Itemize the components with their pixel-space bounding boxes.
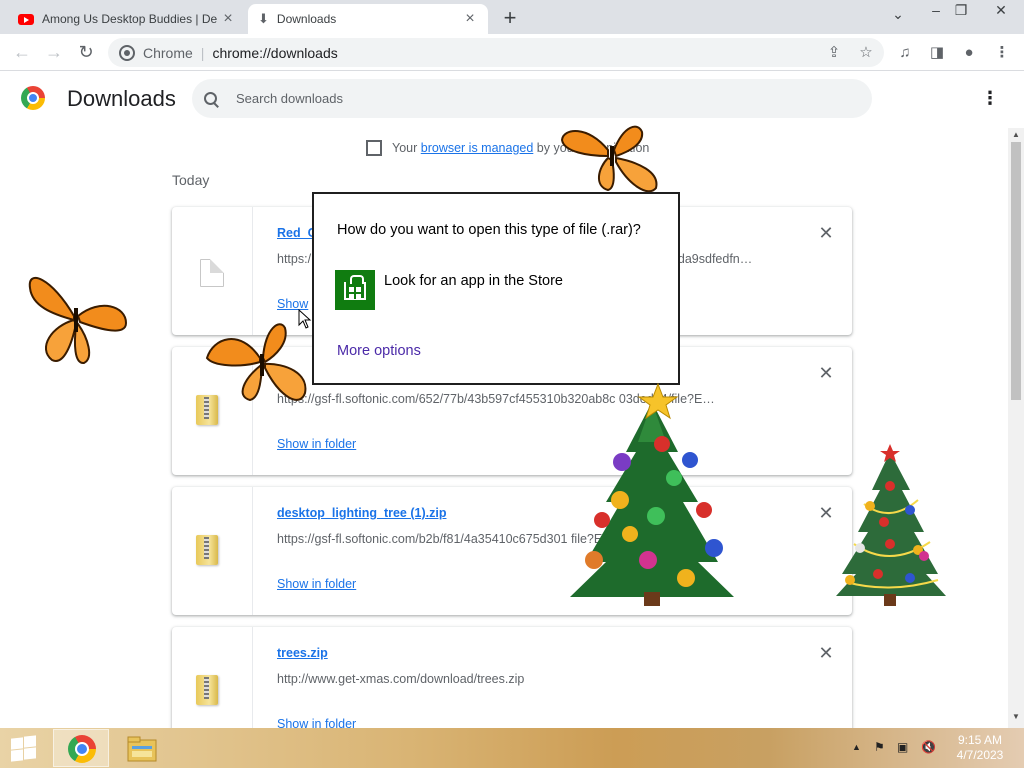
- windows-logo-icon: [11, 737, 23, 750]
- tab-among-us[interactable]: Among Us Desktop Buddies | De ×: [8, 4, 246, 34]
- url-text[interactable]: chrome://downloads: [212, 45, 337, 61]
- zip-icon: [196, 535, 218, 565]
- store-option[interactable]: Look for an app in the Store: [384, 273, 563, 289]
- mouse-cursor-icon: [298, 309, 312, 329]
- windows-taskbar: ▲ ⚑ ▣ 🔇 9:15 AM 4/7/2023: [0, 728, 1024, 768]
- building-icon: [366, 140, 382, 156]
- chrome-logo-icon: [21, 86, 45, 110]
- page-scrollbar[interactable]: ▲ ▼: [1008, 128, 1024, 728]
- zip-icon: [196, 675, 218, 705]
- download-icon-column: [172, 207, 253, 335]
- page-title: Downloads: [67, 86, 176, 111]
- forward-button[interactable]: →: [42, 40, 66, 64]
- youtube-icon: [18, 13, 34, 25]
- clock-time: 9:15 AM: [957, 733, 1003, 747]
- scroll-up-arrow-icon[interactable]: ▲: [1012, 130, 1020, 139]
- butterfly-decoration: [560, 125, 658, 193]
- action-center-flag-icon[interactable]: ⚑: [874, 740, 885, 754]
- tab-strip: Among Us Desktop Buddies | De × ⬇ Downlo…: [0, 0, 1024, 34]
- site-label: Chrome: [143, 44, 193, 61]
- windows-logo-icon: [11, 749, 23, 762]
- tab-title: Downloads: [276, 12, 337, 26]
- back-button[interactable]: ←: [10, 40, 34, 64]
- close-window-button[interactable]: ✕: [990, 2, 1012, 19]
- scrollbar-thumb[interactable]: [1011, 142, 1021, 400]
- restore-button[interactable]: ❐: [950, 2, 972, 19]
- share-icon[interactable]: ⇪: [823, 42, 845, 64]
- open-with-dialog: How do you want to open this type of fil…: [312, 192, 680, 385]
- download-filename-link[interactable]: Red_C: [277, 226, 317, 240]
- search-input[interactable]: [236, 91, 836, 106]
- address-bar[interactable]: Chrome | chrome://downloads: [108, 38, 884, 67]
- remove-download-button[interactable]: ✕: [816, 363, 836, 383]
- omnibox-separator: |: [200, 44, 205, 61]
- tab-close-icon[interactable]: ×: [220, 10, 236, 28]
- generic-file-icon: [200, 259, 224, 287]
- more-options-link[interactable]: More options: [337, 343, 421, 359]
- show-in-folder-link[interactable]: Show in folder: [277, 437, 356, 451]
- search-icon: [204, 91, 218, 106]
- show-in-folder-link[interactable]: Show in folder: [277, 577, 356, 591]
- remove-download-button[interactable]: ✕: [816, 503, 836, 523]
- more-actions-icon[interactable]: ⋮: [980, 88, 1000, 110]
- reload-button[interactable]: ↻: [74, 40, 98, 64]
- date-section-label: Today: [172, 172, 210, 188]
- christmas-tree-decoration: [570, 382, 734, 606]
- new-tab-button[interactable]: +: [498, 5, 522, 31]
- tab-title: Among Us Desktop Buddies | De: [42, 12, 218, 26]
- network-icon[interactable]: ▣: [897, 740, 908, 754]
- tab-downloads[interactable]: ⬇ Downloads ×: [248, 4, 488, 34]
- remove-download-button[interactable]: ✕: [816, 223, 836, 243]
- windows-logo-icon: [24, 735, 36, 748]
- download-icon-column: [172, 487, 253, 615]
- start-button[interactable]: [8, 735, 38, 762]
- butterfly-decoration: [205, 323, 307, 402]
- system-clock[interactable]: 9:15 AM 4/7/2023: [950, 733, 1010, 763]
- scroll-down-arrow-icon[interactable]: ▼: [1012, 712, 1020, 721]
- profile-avatar-icon[interactable]: ●: [958, 42, 980, 64]
- search-box[interactable]: [192, 79, 872, 118]
- tab-close-icon[interactable]: ×: [462, 10, 478, 28]
- download-url-start: https:/: [277, 252, 312, 266]
- store-icon[interactable]: [335, 270, 375, 310]
- side-panel-icon[interactable]: ◨: [926, 42, 948, 64]
- media-controls-icon[interactable]: ♫: [894, 42, 916, 64]
- minimize-button[interactable]: –: [925, 2, 947, 18]
- download-item: desktop_lighting_tree (1).zip https://gs…: [172, 487, 852, 615]
- dialog-question: How do you want to open this type of fil…: [337, 222, 641, 238]
- download-icon: ⬇: [258, 11, 269, 26]
- taskbar-chrome-button[interactable]: [53, 729, 109, 767]
- volume-muted-icon[interactable]: 🔇: [921, 740, 936, 754]
- managed-prefix: Your: [392, 141, 418, 155]
- file-explorer-icon[interactable]: [126, 735, 158, 763]
- bookmark-star-icon[interactable]: ☆: [855, 42, 877, 64]
- tab-search-button[interactable]: ⌄: [887, 6, 909, 23]
- chrome-site-icon: [119, 44, 135, 61]
- chrome-menu-icon[interactable]: ⋮: [991, 42, 1013, 64]
- christmas-tree-decoration: [836, 444, 946, 606]
- download-filename-link[interactable]: desktop_lighting_tree (1).zip: [277, 506, 446, 520]
- chrome-icon: [68, 735, 96, 763]
- butterfly-decoration: [28, 277, 128, 364]
- clock-date: 4/7/2023: [956, 748, 1004, 762]
- download-filename-link[interactable]: trees.zip: [277, 646, 328, 660]
- show-hidden-icons-arrow[interactable]: ▲: [852, 742, 861, 752]
- managed-link[interactable]: browser is managed: [421, 141, 534, 155]
- download-url: http://www.get-xmas.com/download/trees.z…: [277, 672, 525, 686]
- windows-logo-icon: [24, 747, 36, 760]
- windows-logo-icon: [349, 287, 361, 299]
- remove-download-button[interactable]: ✕: [816, 643, 836, 663]
- browser-toolbar: ← → ↻ Chrome | chrome://downloads ⇪ ☆ ♫ …: [0, 34, 1024, 71]
